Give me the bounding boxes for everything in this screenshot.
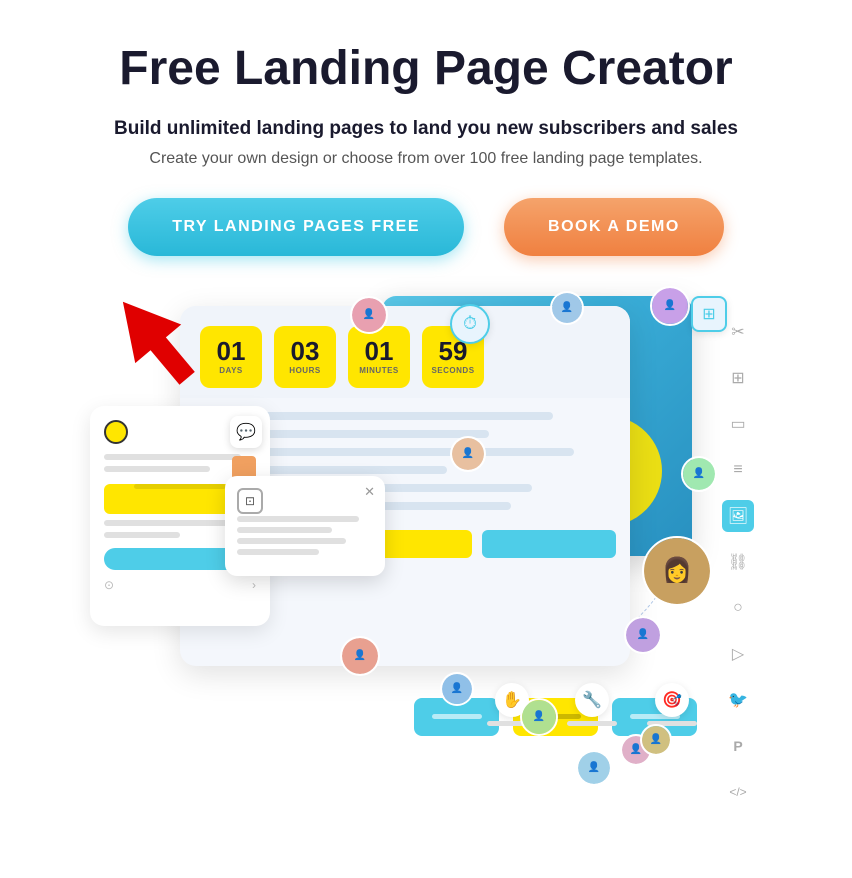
timer-minutes: 01 MINUTES — [348, 326, 410, 388]
popup-line-4 — [237, 549, 319, 555]
card-line-4 — [104, 532, 180, 538]
card-line-white-1 — [432, 714, 482, 719]
title-section: Free Landing Page Creator — [60, 40, 792, 98]
timer-seconds-label: SECONDS — [431, 366, 474, 375]
timer-days-value: 01 — [217, 338, 246, 364]
avatar-1: 👤 — [350, 296, 388, 334]
card-line-3 — [104, 520, 233, 526]
avatar-3: 👤 — [650, 286, 690, 326]
subtitle-light: Create your own design or choose from ov… — [60, 150, 792, 168]
popup-close-icon[interactable]: ✕ — [364, 484, 375, 500]
arrow-right-icon[interactable]: › — [252, 578, 256, 592]
popup-line-1 — [237, 516, 359, 522]
avatar-12-inner: 👤 — [642, 726, 670, 754]
layout-icon[interactable]: ⊞ — [722, 362, 754, 394]
floating-timer-icon: ⏱ — [450, 304, 490, 344]
timer-hours-value: 03 — [291, 338, 320, 364]
avatar-13: 👤 — [624, 616, 662, 654]
avatar-8: 👤 — [440, 672, 474, 706]
avatar-12: 👤 — [640, 724, 672, 756]
map-icon-line-2 — [567, 721, 617, 726]
timer-hours: 03 HOURS — [274, 326, 336, 388]
play-icon[interactable]: ▷ — [722, 638, 754, 670]
target-icon: 🎯 — [655, 683, 689, 717]
timer-hours-label: HOURS — [289, 366, 320, 375]
card-line-1 — [104, 454, 241, 460]
buttons-row: TRY LANDING PAGES FREE BOOK A DEMO — [60, 198, 792, 256]
avatar-5: 👤 — [681, 456, 717, 492]
card-line-2 — [104, 466, 210, 472]
text-icon[interactable]: ≡ — [722, 454, 754, 486]
left-card-arrows: ⊙ › — [104, 578, 256, 592]
page-wrapper: Free Landing Page Creator Build unlimite… — [0, 0, 852, 878]
twitter-icon[interactable]: 🐦 — [722, 684, 754, 716]
p-icon[interactable]: P — [722, 730, 754, 762]
rect-icon[interactable]: ▭ — [722, 408, 754, 440]
subtitle-bold: Build unlimited landing pages to land yo… — [60, 118, 792, 140]
red-arrow-icon — [90, 285, 220, 395]
dash-btn-3 — [482, 530, 616, 558]
avatar-6: 👩 — [642, 536, 712, 606]
chat-bubble-icon[interactable]: 💬 — [230, 416, 262, 448]
tool-icon: 🔧 — [575, 683, 609, 717]
timer-minutes-label: MINUTES — [359, 366, 399, 375]
avatar-11: 👤 — [576, 750, 612, 786]
popup-line-2 — [237, 527, 332, 533]
code-icon[interactable]: </> — [722, 776, 754, 808]
floating-grid-icon: ⊞ — [691, 296, 727, 332]
popup-line-3 — [237, 538, 346, 544]
icons-panel: ✂ ⊞ ▭ ≡ 🖼 ⛓ ○ ▷ 🐦 P </> — [722, 316, 762, 808]
avatar-2-inner: 👤 — [552, 293, 582, 323]
page-title-text: Free Landing Page Creator — [119, 42, 732, 95]
arrow-container — [90, 285, 210, 385]
avatar-9-inner: 👤 — [522, 700, 556, 734]
popup-card: ⊡ ✕ — [225, 476, 385, 576]
timer-days-label: DAYS — [219, 366, 243, 375]
map-bottom-icons: ✋ 🔧 🎯 — [487, 683, 697, 726]
link-icon[interactable]: ⛓ — [722, 546, 754, 578]
avatar-4-inner: 👤 — [452, 438, 484, 470]
popup-lines — [237, 516, 373, 555]
avatar-7: 👤 — [340, 636, 380, 676]
book-demo-button[interactable]: BOOK A DEMO — [504, 198, 724, 256]
avatar-1-inner: 👤 — [352, 298, 386, 332]
map-icon-tool: 🔧 — [567, 683, 617, 726]
avatar-7-inner: 👤 — [342, 638, 378, 674]
avatar-2: 👤 — [550, 291, 584, 325]
circle-dot: ⊙ — [104, 578, 114, 592]
avatar-4: 👤 — [450, 436, 486, 472]
avatar-9: 👤 — [520, 698, 558, 736]
avatar-3-inner: 👤 — [652, 288, 688, 324]
avatar-8-inner: 👤 — [442, 674, 472, 704]
try-free-button[interactable]: TRY LANDING PAGES FREE — [128, 198, 464, 256]
circle-icon[interactable]: ○ — [722, 592, 754, 624]
avatar-5-inner: 👤 — [683, 458, 715, 490]
image-icon[interactable]: 🖼 — [722, 500, 754, 532]
timer-minutes-value: 01 — [365, 338, 394, 364]
card-avatar — [104, 420, 128, 444]
avatar-11-inner: 👤 — [578, 752, 610, 784]
main-title: Free Landing Page Creator — [111, 40, 740, 98]
popup-icon-box: ⊡ — [237, 488, 263, 514]
avatar-6-inner: 👩 — [644, 538, 710, 604]
avatar-13-inner: 👤 — [626, 618, 660, 652]
map-icon-target: 🎯 — [647, 683, 697, 726]
yellow-inner-line — [134, 484, 225, 489]
